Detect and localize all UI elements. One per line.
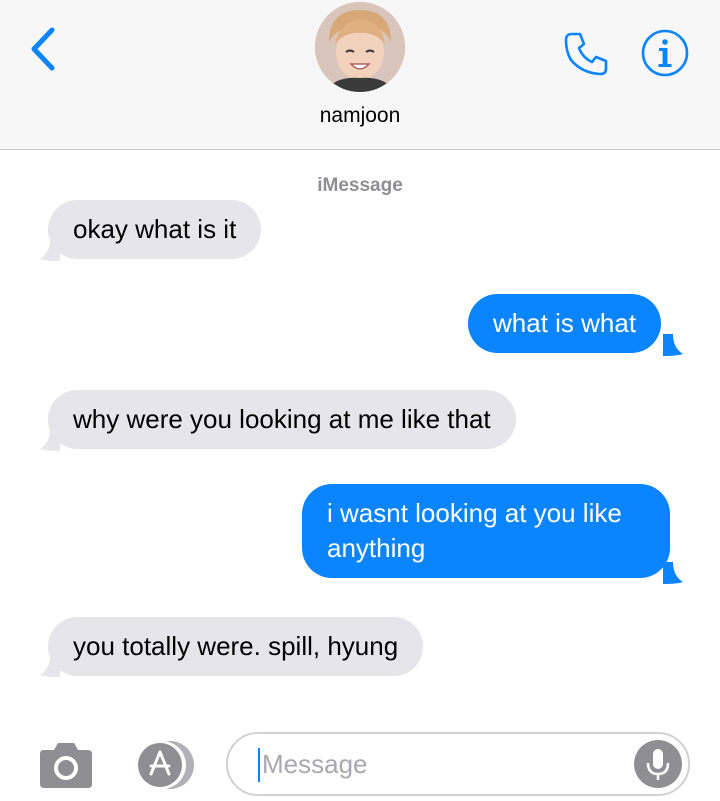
text-cursor	[258, 748, 260, 782]
message-outgoing[interactable]: i wasnt looking at you like anything	[302, 484, 670, 578]
composer-bar: Message	[0, 720, 720, 801]
app-store-icon[interactable]	[130, 738, 200, 792]
chevron-left-icon[interactable]	[26, 26, 60, 72]
bubble-tail	[663, 334, 683, 356]
message-input[interactable]: Message	[226, 732, 690, 796]
message-line: i wasnt looking at you like	[327, 498, 622, 528]
conversation-header: namjoon	[0, 0, 720, 150]
avatar[interactable]	[315, 2, 405, 92]
message-outgoing[interactable]: what is what	[468, 294, 662, 353]
service-label: iMessage	[317, 175, 403, 196]
camera-icon[interactable]	[36, 740, 96, 790]
message-incoming[interactable]: okay what is it	[48, 200, 262, 259]
message-incoming[interactable]: why were you looking at me like that	[48, 390, 516, 449]
message-incoming[interactable]: you totally were. spill, hyung	[48, 617, 424, 676]
message-line: anything	[327, 533, 426, 563]
microphone-icon[interactable]	[634, 740, 682, 788]
phone-icon[interactable]	[560, 28, 612, 80]
message-placeholder: Message	[262, 749, 368, 779]
contact-name[interactable]: namjoon	[0, 104, 720, 128]
info-icon[interactable]	[640, 28, 690, 78]
avatar-photo	[315, 2, 405, 92]
bubble-tail	[663, 562, 683, 584]
